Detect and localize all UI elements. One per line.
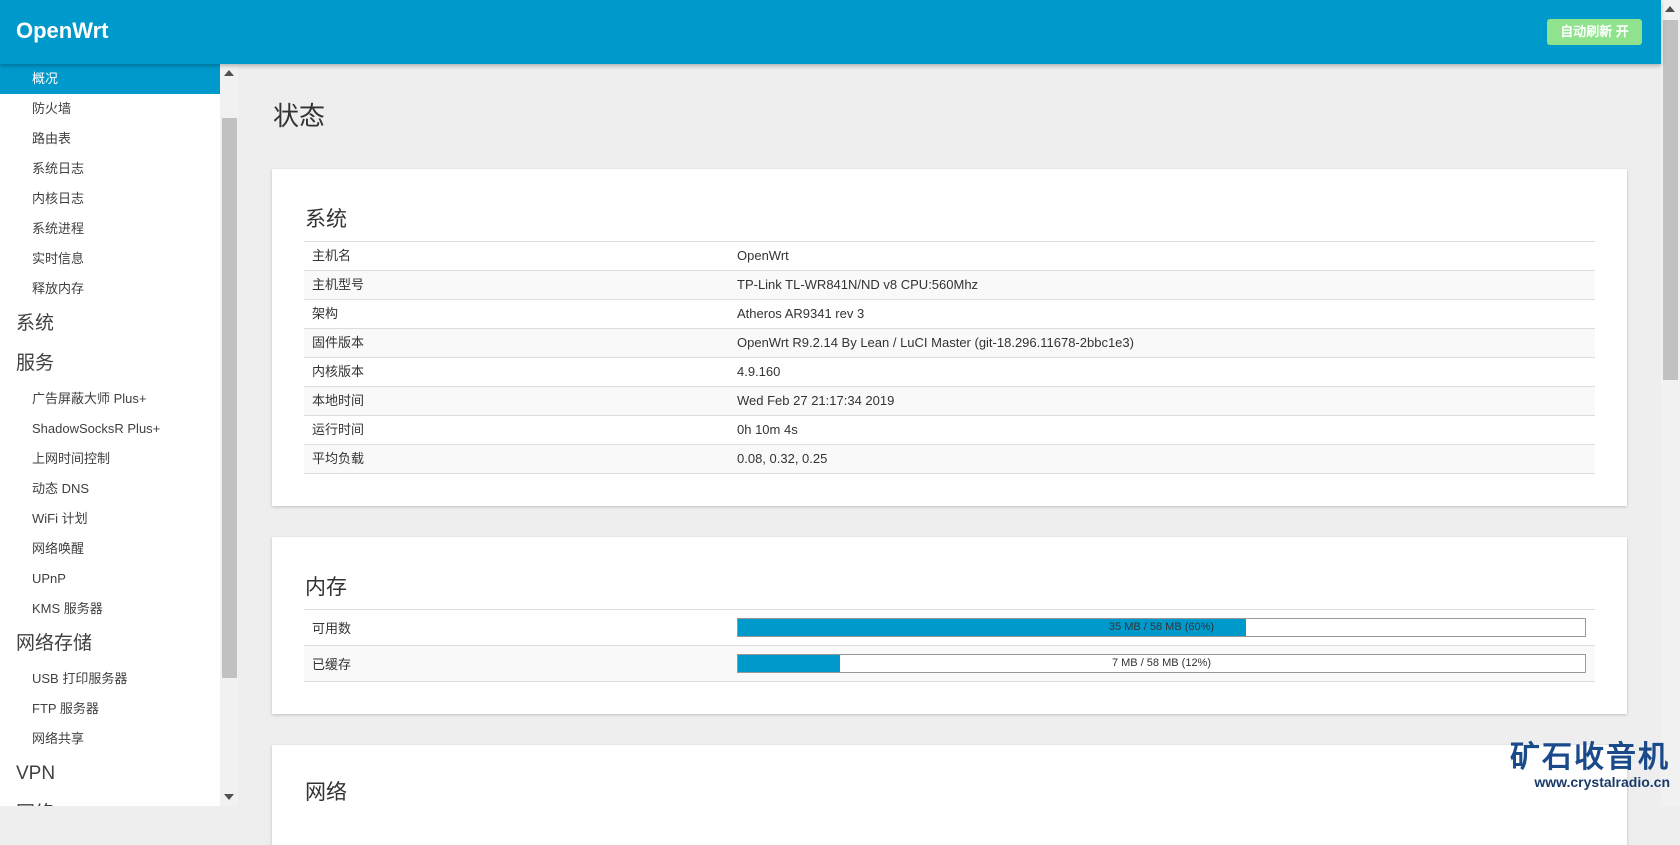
brand-logo[interactable]: OpenWrt bbox=[16, 18, 108, 44]
page-scrollbar[interactable] bbox=[1661, 0, 1680, 806]
sidebar-item-free-memory[interactable]: 释放内存 bbox=[0, 274, 220, 304]
row-value: OpenWrt bbox=[737, 248, 789, 263]
sidebar-item-routes[interactable]: 路由表 bbox=[0, 124, 220, 154]
sidebar-item-wifi-schedule[interactable]: WiFi 计划 bbox=[0, 504, 220, 534]
sidebar-item-syslog[interactable]: 系统日志 bbox=[0, 154, 220, 184]
sidebar-item-ddns[interactable]: 动态 DNS bbox=[0, 474, 220, 504]
sidebar-item-realtime[interactable]: 实时信息 bbox=[0, 244, 220, 274]
sidebar-item-ftp[interactable]: FTP 服务器 bbox=[0, 694, 220, 724]
sidebar-item-firewall[interactable]: 防火墙 bbox=[0, 94, 220, 124]
sidebar-scroll-thumb[interactable] bbox=[222, 118, 237, 678]
table-row: 主机名 OpenWrt bbox=[304, 242, 1595, 271]
sidebar: 概况 防火墙 路由表 系统日志 内核日志 系统进程 实时信息 释放内存 系统 服… bbox=[0, 64, 220, 806]
memory-title: 内存 bbox=[305, 576, 347, 599]
row-label: 可用数 bbox=[312, 621, 352, 636]
progress-bar: 7 MB / 58 MB (12%) bbox=[737, 654, 1586, 673]
sidebar-scrollbar[interactable] bbox=[220, 64, 238, 806]
row-label: 本地时间 bbox=[312, 393, 365, 408]
sidebar-heading-vpn[interactable]: VPN bbox=[0, 754, 220, 794]
sidebar-item-ssr[interactable]: ShadowSocksR Plus+ bbox=[0, 414, 220, 444]
page-title: 状态 bbox=[273, 101, 326, 131]
top-header: OpenWrt 自动刷新 开 bbox=[0, 0, 1661, 64]
row-value: 4.9.160 bbox=[737, 364, 781, 379]
progress-text: 7 MB / 58 MB (12%) bbox=[1111, 657, 1212, 669]
sidebar-heading-network[interactable]: 网络 bbox=[0, 794, 220, 806]
memory-row: 可用数 35 MB / 58 MB (60%) bbox=[304, 610, 1595, 646]
row-value: TP-Link TL-WR841N/ND v8 CPU:560Mhz bbox=[737, 277, 979, 292]
sidebar-item-share[interactable]: 网络共享 bbox=[0, 724, 220, 754]
watermark-title: 矿石收音机 bbox=[1510, 741, 1670, 774]
sidebar-heading-services[interactable]: 服务 bbox=[0, 344, 220, 384]
table-row: 运行时间 0h 10m 4s bbox=[304, 416, 1595, 445]
table-row: 固件版本 OpenWrt R9.2.14 By Lean / LuCI Maste… bbox=[304, 329, 1595, 358]
row-value: 0h 10m 4s bbox=[737, 422, 798, 437]
sidebar-item-time-control[interactable]: 上网时间控制 bbox=[0, 444, 220, 474]
row-label: 平均负载 bbox=[312, 451, 365, 466]
sidebar-item-upnp[interactable]: UPnP bbox=[0, 564, 220, 594]
network-title: 网络 bbox=[305, 781, 347, 804]
scroll-down-arrow-icon[interactable] bbox=[224, 794, 234, 800]
row-label: 固件版本 bbox=[312, 335, 365, 350]
row-value: Atheros AR9341 rev 3 bbox=[737, 306, 865, 321]
progress-text: 35 MB / 58 MB (60%) bbox=[1108, 621, 1215, 633]
row-label: 内核版本 bbox=[312, 364, 365, 379]
sidebar-heading-system[interactable]: 系统 bbox=[0, 304, 220, 344]
row-label: 主机名 bbox=[312, 248, 352, 263]
row-label: 已缓存 bbox=[312, 657, 352, 672]
row-label: 主机型号 bbox=[312, 277, 365, 292]
page-scroll-thumb[interactable] bbox=[1663, 20, 1678, 380]
table-row: 架构 Atheros AR9341 rev 3 bbox=[304, 300, 1595, 329]
table-row: 主机型号 TP-Link TL-WR841N/ND v8 CPU:560Mhz bbox=[304, 271, 1595, 300]
sidebar-item-adblock[interactable]: 广告屏蔽大师 Plus+ bbox=[0, 384, 220, 414]
table-row: 平均负载 0.08, 0.32, 0.25 bbox=[304, 445, 1595, 474]
watermark-logo: 矿石收音机 www.crystalradio.cn bbox=[1510, 741, 1670, 791]
system-card: 系统 主机名 OpenWrt 主机型号 TP-Link TL-WR841N/ND v8… bbox=[272, 169, 1627, 506]
system-table: 主机名 OpenWrt 主机型号 TP-Link TL-WR841N/ND v8 CP… bbox=[304, 241, 1595, 474]
watermark-url: www.crystalradio.cn bbox=[1534, 774, 1670, 790]
network-card: 网络 bbox=[272, 745, 1627, 845]
row-label: 架构 bbox=[312, 306, 339, 321]
row-value: OpenWrt R9.2.14 By Lean / LuCI Master (g… bbox=[737, 335, 1134, 350]
row-value: 0.08, 0.32, 0.25 bbox=[737, 451, 828, 466]
sidebar-item-kernel-log[interactable]: 内核日志 bbox=[0, 184, 220, 214]
sidebar-item-wol[interactable]: 网络唤醒 bbox=[0, 534, 220, 564]
progress-bar: 35 MB / 58 MB (60%) bbox=[737, 618, 1586, 637]
sidebar-item-usb-print[interactable]: USB 打印服务器 bbox=[0, 664, 220, 694]
sidebar-item-overview[interactable]: 概况 bbox=[0, 64, 220, 94]
row-value: Wed Feb 27 21:17:34 2019 bbox=[737, 393, 895, 408]
memory-card: 内存 可用数 35 MB / 58 MB (60%) 已缓存 7 MB / 58 MB… bbox=[272, 537, 1627, 714]
table-row: 内核版本 4.9.160 bbox=[304, 358, 1595, 387]
memory-row: 已缓存 7 MB / 58 MB (12%) bbox=[304, 646, 1595, 682]
table-row: 本地时间 Wed Feb 27 21:17:34 2019 bbox=[304, 387, 1595, 416]
sidebar-heading-nas[interactable]: 网络存储 bbox=[0, 624, 220, 664]
page-scroll-up-icon[interactable] bbox=[1665, 6, 1675, 12]
auto-refresh-button[interactable]: 自动刷新 开 bbox=[1547, 19, 1642, 45]
memory-table: 可用数 35 MB / 58 MB (60%) 已缓存 7 MB / 58 MB (1… bbox=[304, 609, 1595, 682]
sidebar-item-processes[interactable]: 系统进程 bbox=[0, 214, 220, 244]
row-label: 运行时间 bbox=[312, 422, 365, 437]
scroll-up-arrow-icon[interactable] bbox=[224, 70, 234, 76]
system-title: 系统 bbox=[305, 208, 347, 231]
sidebar-item-kms[interactable]: KMS 服务器 bbox=[0, 594, 220, 624]
